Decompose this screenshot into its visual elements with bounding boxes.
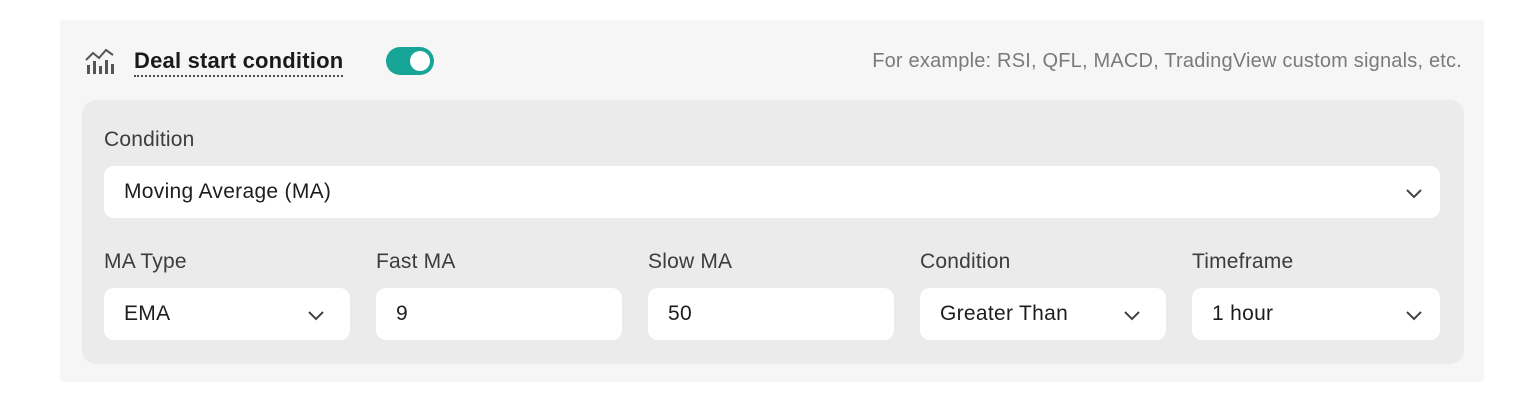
ma-type-label: MA Type — [104, 250, 187, 273]
comparison-condition-value: Greater Than — [940, 302, 1069, 325]
deal-start-condition-card: Deal start condition For example: RSI, Q… — [60, 20, 1484, 382]
section-header: Deal start condition For example: RSI, Q… — [60, 20, 1484, 100]
chevron-down-icon — [308, 311, 324, 321]
chevron-down-icon — [1406, 311, 1422, 321]
fast-ma-value: 9 — [396, 302, 408, 325]
timeframe-value: 1 hour — [1212, 302, 1274, 325]
ma-type-value: EMA — [124, 302, 171, 325]
timeframe-select[interactable]: 1 hour — [1192, 288, 1440, 340]
slow-ma-value: 50 — [668, 302, 692, 325]
section-title[interactable]: Deal start condition — [134, 48, 344, 77]
condition-panel: Condition Moving Average (MA) MA Type EM… — [82, 100, 1464, 364]
fast-ma-input[interactable]: 9 — [376, 288, 622, 340]
chevron-down-icon — [1124, 311, 1140, 321]
hint-text: For example: RSI, QFL, MACD, TradingView… — [872, 50, 1462, 72]
comparison-condition-label: Condition — [920, 250, 1011, 273]
slow-ma-label: Slow MA — [648, 250, 733, 273]
chart-bars-icon — [85, 48, 114, 74]
chevron-down-icon — [1406, 189, 1422, 199]
timeframe-label: Timeframe — [1192, 250, 1294, 273]
fast-ma-label: Fast MA — [376, 250, 456, 273]
deal-start-toggle[interactable] — [386, 47, 434, 75]
ma-type-select[interactable]: EMA — [104, 288, 350, 340]
condition-select-value: Moving Average (MA) — [124, 180, 332, 203]
comparison-condition-select[interactable]: Greater Than — [920, 288, 1166, 340]
condition-select[interactable]: Moving Average (MA) — [104, 166, 1440, 218]
toggle-knob — [410, 51, 430, 71]
condition-label: Condition — [104, 128, 195, 151]
slow-ma-input[interactable]: 50 — [648, 288, 894, 340]
